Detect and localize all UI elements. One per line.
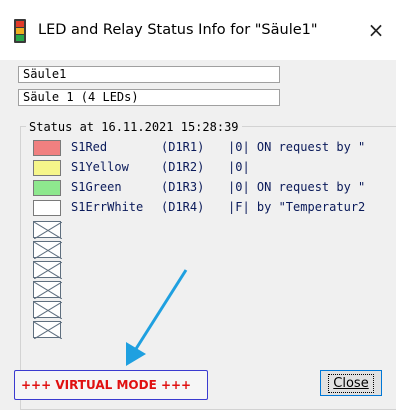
virtual-mode-text: +++ VIRTUAL MODE +++ <box>21 378 192 392</box>
close-button[interactable]: Close <box>320 370 382 396</box>
title-bar: LED and Relay Status Info for "Säule1" × <box>0 0 396 60</box>
pointer-arrow <box>126 269 188 366</box>
traffic-light-icon <box>14 19 26 43</box>
close-icon[interactable]: × <box>358 10 394 50</box>
dialog-body: Säule1 Säule 1 (4 LEDs) Status at 16.11.… <box>0 60 396 410</box>
window-title: LED and Relay Status Info for "Säule1" <box>38 22 318 38</box>
virtual-mode-indicator: +++ VIRTUAL MODE +++ <box>14 370 208 400</box>
close-button-label: Close <box>328 373 374 393</box>
